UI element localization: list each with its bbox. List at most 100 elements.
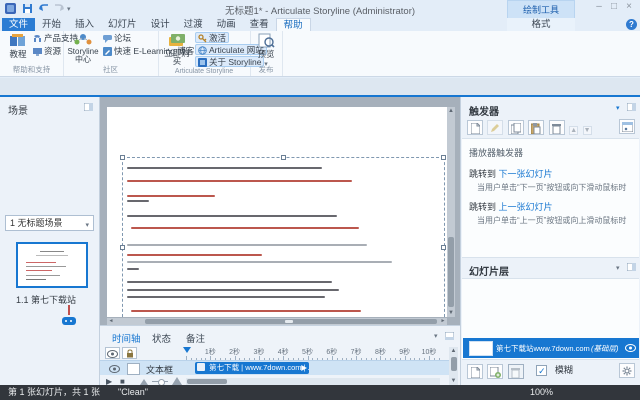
scroll-down-icon[interactable]: ▼ <box>449 377 458 385</box>
eye-icon[interactable] <box>109 365 120 373</box>
tab-transitions[interactable]: 过渡 <box>177 18 210 31</box>
timeline-collapse-icon[interactable] <box>445 332 454 340</box>
move-trigger-down-button[interactable]: ▼ <box>583 126 592 135</box>
duplicate-layer-button[interactable] <box>487 364 503 379</box>
forums-button[interactable]: 论坛 <box>103 33 131 44</box>
slide-thumbnail-label: 1.1 第七下载站 <box>16 293 76 306</box>
slide-canvas[interactable] <box>107 107 447 317</box>
canvas-horizontal-scrollbar[interactable]: ◄ ► <box>107 318 447 325</box>
extend-to-end-icon: ▶ <box>301 362 307 374</box>
slide-thumbnail[interactable] <box>16 242 88 288</box>
layers-collapse-icon[interactable] <box>627 263 636 271</box>
new-layer-button[interactable] <box>467 364 483 379</box>
layer-settings-gear-icon[interactable] <box>619 363 635 378</box>
resize-handle-midleft[interactable] <box>120 245 125 250</box>
trigger-action-link[interactable]: 下一张幻灯片 <box>499 169 553 179</box>
timeline-object-row[interactable]: 文本框 第七下载 | www.7down.com | ... ▶ <box>100 360 449 375</box>
book-icon <box>9 33 27 49</box>
tab-help[interactable]: 帮助 <box>276 18 311 31</box>
playhead-marker[interactable] <box>183 347 191 353</box>
triggers-list: 播放器触发器 跳转到 下一张幻灯片 当用户单击“下一页”按钮或向下滑动鼠标时 跳… <box>462 138 639 258</box>
tutorials-button[interactable]: 教程 <box>3 33 33 58</box>
paste-trigger-button[interactable] <box>528 120 544 135</box>
chevron-down-icon: ▾ <box>85 219 89 233</box>
slide-count-text: 第 1 张幻灯片，共 1 张 <box>8 385 100 400</box>
triggers-collapse-icon[interactable] <box>627 103 636 111</box>
scroll-left-icon[interactable]: ◄ <box>107 318 115 325</box>
preview-button[interactable]: 预览 ▾ <box>252 33 280 68</box>
text-line <box>127 254 262 256</box>
group-label: 社区 <box>63 64 158 75</box>
scroll-up-icon[interactable]: ▲ <box>447 107 455 115</box>
buy-now-button[interactable]: 立即购买 <box>161 33 193 65</box>
layer-eye-icon[interactable] <box>625 344 636 352</box>
delete-trigger-button[interactable] <box>549 120 565 135</box>
resources-button[interactable]: 资源 <box>33 46 61 57</box>
tab-slides[interactable]: 幻灯片 <box>101 18 144 31</box>
timeline-horizontal-scrollbar[interactable] <box>186 378 440 385</box>
close-button[interactable]: × <box>622 1 636 14</box>
text-line <box>127 261 392 263</box>
tab-format[interactable]: 格式 <box>507 18 575 31</box>
minimize-button[interactable]: – <box>592 1 606 14</box>
help-icon[interactable]: ? <box>626 19 637 30</box>
timeline-zoom-slider[interactable] <box>152 381 168 382</box>
storyline-hub-button[interactable]: Storyline 中心 <box>65 33 101 63</box>
resize-handle-topleft[interactable] <box>120 155 125 160</box>
scroll-down-icon[interactable]: ▼ <box>447 309 455 317</box>
panel-collapse-icon[interactable] <box>84 103 93 111</box>
row-checkbox[interactable] <box>127 363 140 375</box>
text-line <box>131 310 361 312</box>
move-trigger-up-button[interactable]: ▲ <box>569 126 578 135</box>
timeline-object-bar[interactable]: 第七下载 | www.7down.com | ... ▶ <box>195 362 309 374</box>
base-layer-row[interactable]: 第七下载站www.7down.com (基础层) <box>463 338 639 358</box>
resize-handle-topcenter[interactable] <box>281 155 286 160</box>
delete-layer-button[interactable] <box>508 364 524 379</box>
tab-states[interactable]: 状态 <box>152 331 171 345</box>
scrollbar-grip <box>285 320 293 323</box>
blog-icon <box>103 47 112 56</box>
canvas-vertical-scrollbar[interactable]: ▲ ▼ <box>447 107 455 317</box>
resize-handle-topright[interactable] <box>441 155 446 160</box>
triggers-panel-title: 触发器 <box>469 103 499 118</box>
timeline-panel: 时间轴 状态 备注 ▾ 1秒2秒3秒4秒5秒6秒7秒8秒9秒10秒 文本框 第七… <box>100 325 460 385</box>
timeline-menu-icon[interactable]: ▾ <box>434 332 438 340</box>
tab-design[interactable]: 设计 <box>144 18 177 31</box>
zoom-level-value: 100% <box>530 385 553 400</box>
expand-collapse-icon[interactable] <box>62 317 76 325</box>
tab-insert[interactable]: 插入 <box>68 18 101 31</box>
ribbon-group-publish: 预览 ▾ 发布 <box>250 31 283 76</box>
title-bar: ▾ 无标题1* - Articulate Storyline (Administ… <box>0 0 640 18</box>
timeline-ruler[interactable]: 1秒2秒3秒4秒5秒6秒7秒8秒9秒10秒 <box>100 347 449 360</box>
layers-toolbar: ✓ 模糊 <box>467 363 573 381</box>
timeline-zoom-in-icon[interactable] <box>172 377 182 385</box>
tab-view[interactable]: 查看 <box>243 18 276 31</box>
timeline-vertical-scrollbar[interactable]: ▲ ▼ <box>449 347 458 385</box>
tab-animations[interactable]: 动画 <box>210 18 243 31</box>
selection-border-left <box>122 157 123 317</box>
text-line <box>127 195 215 197</box>
storyline-logo-icon <box>198 58 207 67</box>
layers-menu-icon[interactable]: ▾ <box>616 264 620 272</box>
scroll-up-icon[interactable]: ▲ <box>449 347 458 356</box>
copy-trigger-button[interactable] <box>508 120 524 135</box>
blur-checkbox[interactable]: ✓ <box>536 365 547 376</box>
activate-button[interactable]: 激活 <box>195 32 229 43</box>
tab-file[interactable]: 文件 <box>2 18 35 31</box>
scroll-right-icon[interactable]: ► <box>439 318 447 325</box>
slide-text-lines <box>107 107 447 317</box>
tab-timeline[interactable]: 时间轴 <box>112 331 141 345</box>
scene-selector-dropdown[interactable]: 1 无标题场景 ▾ <box>5 215 94 231</box>
new-trigger-button[interactable] <box>467 120 483 135</box>
tab-home[interactable]: 开始 <box>35 18 68 31</box>
trigger-item[interactable]: 跳转到 上一张幻灯片 <box>469 200 639 213</box>
resize-handle-midright[interactable] <box>441 245 446 250</box>
ribbon-group-community: Storyline 中心 论坛 快速 E-Learning 博客 社区 <box>63 31 159 76</box>
edit-trigger-button[interactable] <box>487 120 503 135</box>
manage-variables-button[interactable] <box>619 119 635 134</box>
trigger-action-link[interactable]: 上一张幻灯片 <box>499 202 553 212</box>
triggers-menu-icon[interactable]: ▾ <box>616 104 620 112</box>
maximize-button[interactable]: □ <box>607 1 621 14</box>
tab-notes[interactable]: 备注 <box>186 331 205 345</box>
trigger-item[interactable]: 跳转到 下一张幻灯片 <box>469 167 639 180</box>
